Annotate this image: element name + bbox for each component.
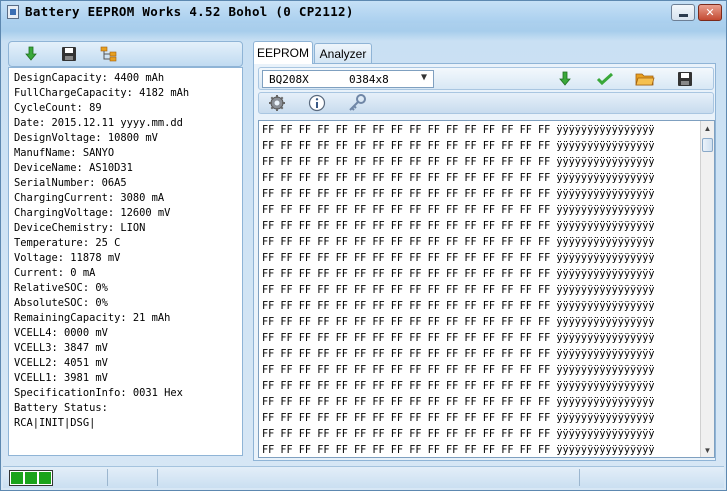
battery-info-text: DesignCapacity: 4400 mAh FullChargeCapaci… — [14, 71, 189, 431]
gear-icon[interactable] — [267, 93, 287, 113]
connection-leds — [9, 470, 53, 486]
left-toolbar — [8, 41, 243, 67]
battery-info-line: DeviceChemistry: LION — [14, 222, 146, 234]
scroll-up-icon[interactable]: ▲ — [701, 121, 714, 135]
battery-info-line: ChargingCurrent: 3080 mA — [14, 192, 165, 204]
battery-info-line: Date: 2015.12.11 yyyy.mm.dd — [14, 117, 183, 129]
battery-info-line: VCELL1: 3981 mV — [14, 372, 108, 384]
download-arrow-icon[interactable] — [21, 44, 41, 64]
hex-row: FF FF FF FF FF FF FF FF FF FF FF FF FF F… — [262, 445, 655, 456]
title-bar[interactable]: Battery EEPROM Works 4.52 Bohol (0 CP211… — [1, 1, 726, 23]
battery-info-line: ManufName: SANYO — [14, 147, 115, 159]
hex-row: FF FF FF FF FF FF FF FF FF FF FF FF FF F… — [262, 397, 655, 408]
scroll-thumb[interactable] — [702, 138, 713, 152]
minimize-icon — [678, 13, 688, 17]
app-icon — [7, 5, 19, 19]
hex-row: FF FF FF FF FF FF FF FF FF FF FF FF FF F… — [262, 157, 655, 168]
save-disk-icon[interactable] — [59, 44, 79, 64]
battery-info-line: VCELL4: 0000 mV — [14, 327, 108, 339]
tab-eeprom[interactable]: EEPROM — [253, 41, 313, 64]
battery-info-line: RCA|INIT|DSG| — [14, 417, 96, 429]
battery-info-line: RemainingCapacity: 21 mAh — [14, 312, 171, 324]
battery-info-line: AbsoluteSOC: 0% — [14, 297, 108, 309]
status-separator — [107, 469, 108, 486]
hex-row: FF FF FF FF FF FF FF FF FF FF FF FF FF F… — [262, 317, 655, 328]
battery-info-line: CycleCount: 89 — [14, 102, 102, 114]
battery-info-line: Battery Status: — [14, 402, 108, 414]
battery-info-line: DesignCapacity: 4400 mAh — [14, 72, 165, 84]
led-1 — [11, 472, 23, 484]
window-title: Battery EEPROM Works 4.52 Bohol (0 CP211… — [25, 4, 354, 19]
hex-row: FF FF FF FF FF FF FF FF FF FF FF FF FF F… — [262, 429, 655, 440]
eeprom-toolbar: BQ208X 0384x8 ▼ — [258, 67, 714, 90]
hex-row: FF FF FF FF FF FF FF FF FF FF FF FF FF F… — [262, 349, 655, 360]
hex-row: FF FF FF FF FF FF FF FF FF FF FF FF FF F… — [262, 365, 655, 376]
tab-analyzer[interactable]: Analyzer — [314, 43, 372, 63]
status-bar — [3, 466, 724, 488]
info-icon[interactable] — [307, 93, 327, 113]
eeprom-panel: BQ208X 0384x8 ▼ FF FF FF FF FF FF FF FF … — [253, 63, 716, 461]
battery-info-panel[interactable]: DesignCapacity: 4400 mAh FullChargeCapaci… — [8, 67, 243, 456]
close-button[interactable]: ✕ — [698, 4, 722, 21]
battery-info-line: DeviceName: AS10D31 — [14, 162, 133, 174]
hex-row: FF FF FF FF FF FF FF FF FF FF FF FF FF F… — [262, 221, 655, 232]
battery-info-line: RelativeSOC: 0% — [14, 282, 108, 294]
checkmark-icon[interactable] — [595, 69, 615, 89]
battery-info-line: DesignVoltage: 10800 mV — [14, 132, 158, 144]
hex-row: FF FF FF FF FF FF FF FF FF FF FF FF FF F… — [262, 333, 655, 344]
hex-scrollbar[interactable]: ▲ ▼ — [700, 121, 714, 457]
hex-row: FF FF FF FF FF FF FF FF FF FF FF FF FF F… — [262, 285, 655, 296]
eeprom-tools-toolbar — [258, 92, 714, 114]
chip-select-value: BQ208X — [269, 73, 309, 86]
status-separator — [579, 469, 580, 486]
hex-row: FF FF FF FF FF FF FF FF FF FF FF FF FF F… — [262, 381, 655, 392]
hex-row: FF FF FF FF FF FF FF FF FF FF FF FF FF F… — [262, 205, 655, 216]
open-folder-icon[interactable] — [635, 69, 655, 89]
battery-info-line: VCELL3: 3847 mV — [14, 342, 108, 354]
hex-row: FF FF FF FF FF FF FF FF FF FF FF FF FF F… — [262, 269, 655, 280]
read-download-icon[interactable] — [555, 69, 575, 89]
chip-select-dropdown[interactable]: BQ208X 0384x8 ▼ — [262, 70, 434, 88]
chevron-down-icon: ▼ — [420, 72, 427, 83]
battery-info-line: VCELL2: 4051 mV — [14, 357, 108, 369]
hex-dump: FF FF FF FF FF FF FF FF FF FF FF FF FF F… — [262, 123, 655, 457]
battery-info-line: Voltage: 11878 mV — [14, 252, 121, 264]
tree-structure-icon[interactable] — [99, 44, 119, 64]
battery-info-line: ChargingVoltage: 12600 mV — [14, 207, 171, 219]
battery-info-line: Current: 0 mA — [14, 267, 96, 279]
hex-row: FF FF FF FF FF FF FF FF FF FF FF FF FF F… — [262, 173, 655, 184]
minimize-button[interactable] — [671, 4, 695, 21]
save-disk-icon[interactable] — [675, 69, 695, 89]
hex-row: FF FF FF FF FF FF FF FF FF FF FF FF FF F… — [262, 301, 655, 312]
key-icon[interactable] — [347, 93, 367, 113]
led-2 — [25, 472, 37, 484]
battery-info-line: SerialNumber: 06A5 — [14, 177, 127, 189]
hex-editor[interactable]: FF FF FF FF FF FF FF FF FF FF FF FF FF F… — [258, 120, 715, 458]
scroll-down-icon[interactable]: ▼ — [701, 443, 714, 457]
hex-row: FF FF FF FF FF FF FF FF FF FF FF FF FF F… — [262, 413, 655, 424]
close-icon: ✕ — [705, 7, 715, 19]
app-window: Battery EEPROM Works 4.52 Bohol (0 CP211… — [0, 0, 727, 491]
hex-row: FF FF FF FF FF FF FF FF FF FF FF FF FF F… — [262, 253, 655, 264]
hex-row: FF FF FF FF FF FF FF FF FF FF FF FF FF F… — [262, 125, 655, 136]
battery-info-line: SpecificationInfo: 0031 Hex — [14, 387, 183, 399]
battery-info-line: Temperature: 25 C — [14, 237, 121, 249]
battery-info-line: FullChargeCapacity: 4182 mAh — [14, 87, 190, 99]
hex-row: FF FF FF FF FF FF FF FF FF FF FF FF FF F… — [262, 237, 655, 248]
hex-row: FF FF FF FF FF FF FF FF FF FF FF FF FF F… — [262, 141, 655, 152]
led-3 — [39, 472, 51, 484]
status-separator — [157, 469, 158, 486]
chip-size-value: 0384x8 — [349, 73, 389, 86]
hex-row: FF FF FF FF FF FF FF FF FF FF FF FF FF F… — [262, 189, 655, 200]
